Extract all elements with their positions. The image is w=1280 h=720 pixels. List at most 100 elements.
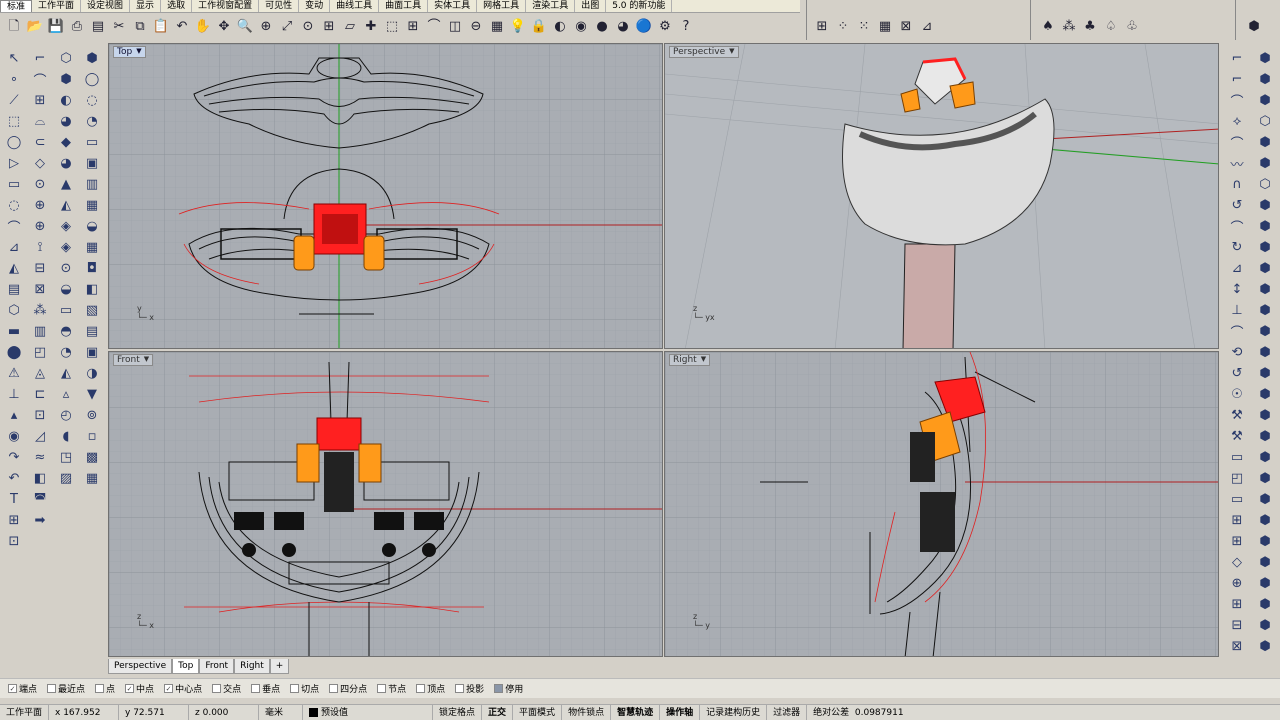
left-tool-icon[interactable]: ⟟	[28, 237, 52, 258]
status-osnap[interactable]: 物件锁点	[562, 704, 612, 720]
boolean-intersect-icon[interactable]: ♣	[1080, 16, 1100, 36]
right-tool-icon[interactable]: ⬢	[1253, 153, 1277, 174]
right-tool-icon[interactable]: ⊥	[1225, 300, 1249, 321]
osnap-option[interactable]: 四分点	[329, 682, 367, 695]
status-ortho[interactable]: 正交	[482, 704, 514, 720]
viewport-title-top[interactable]: Top ▼	[113, 46, 146, 58]
help-icon[interactable]: ?	[676, 16, 696, 36]
left-tool-icon[interactable]: ⬢	[54, 69, 78, 90]
viewport-title-right[interactable]: Right ▼	[669, 354, 711, 366]
viewport-title-front[interactable]: Front ▼	[113, 354, 154, 366]
toolbar-tab[interactable]: 变动	[299, 0, 331, 12]
left-tool-icon[interactable]: ◕	[54, 153, 78, 174]
left-tool-icon[interactable]: ◰	[28, 342, 52, 363]
left-tool-icon[interactable]: ◬	[28, 363, 52, 384]
right-tool-icon[interactable]: ↺	[1225, 195, 1249, 216]
open-file-icon[interactable]: 📂	[25, 16, 45, 36]
left-tool-icon[interactable]	[28, 531, 52, 552]
left-tool-icon[interactable]: ▣	[80, 342, 104, 363]
right-tool-icon[interactable]: ▭	[1225, 489, 1249, 510]
save-icon[interactable]: 💾	[46, 16, 66, 36]
right-tool-icon[interactable]: ⬢	[1253, 279, 1277, 300]
right-tool-icon[interactable]: ⬢	[1253, 69, 1277, 90]
render-sphere-icon[interactable]: ●	[592, 16, 612, 36]
right-tool-icon[interactable]: ↻	[1225, 237, 1249, 258]
viewport-right[interactable]: Right ▼ z └─ y	[664, 351, 1219, 657]
right-tool-icon[interactable]: ⌐	[1225, 69, 1249, 90]
osnap-option[interactable]: 切点	[290, 682, 319, 695]
right-tool-icon[interactable]: ⬡	[1253, 174, 1277, 195]
right-tool-icon[interactable]: ⬢	[1253, 258, 1277, 279]
viewport-tab[interactable]: Front	[199, 659, 235, 674]
toolbar-tab[interactable]: 工作视窗配置	[192, 0, 260, 12]
polar-array-icon[interactable]: ⁙	[854, 16, 874, 36]
viewport-tab[interactable]: Top	[172, 659, 200, 674]
left-tool-icon[interactable]: ▦	[80, 468, 104, 489]
right-tool-icon[interactable]: ⊕	[1225, 573, 1249, 594]
right-tool-icon[interactable]: ⚒	[1225, 405, 1249, 426]
right-tool-icon[interactable]: ⊠	[1225, 636, 1249, 657]
left-tool-icon[interactable]: ⌒	[28, 69, 52, 90]
right-tool-icon[interactable]: ⊿	[1225, 258, 1249, 279]
zoom-selected-icon[interactable]: ⊙	[298, 16, 318, 36]
right-tool-icon[interactable]: ⬢	[1253, 237, 1277, 258]
osnap-checkbox[interactable]	[251, 684, 261, 693]
point-grid-icon[interactable]: ⁘	[833, 16, 853, 36]
undo-icon[interactable]: ↶	[172, 16, 192, 36]
curve-icon[interactable]: ⌒	[424, 16, 444, 36]
cut-icon[interactable]: ✂	[109, 16, 129, 36]
boolean-split-icon[interactable]: ♤	[1101, 16, 1121, 36]
status-history[interactable]: 记录建构历史	[700, 704, 768, 720]
left-tool-icon[interactable]: ⚠	[2, 363, 26, 384]
left-tool-icon[interactable]: ▲	[54, 174, 78, 195]
right-tool-icon[interactable]: ⬢	[1253, 132, 1277, 153]
left-tool-icon[interactable]	[54, 489, 78, 510]
osnap-disable[interactable]: 停用	[494, 682, 523, 695]
right-tool-icon[interactable]: ⬢	[1253, 468, 1277, 489]
osnap-option[interactable]: 垂点	[251, 682, 280, 695]
shaded-sphere-icon[interactable]: ◕	[613, 16, 633, 36]
osnap-checkbox[interactable]	[212, 684, 222, 693]
left-tool-icon[interactable]: ⬡	[2, 300, 26, 321]
left-tool-icon[interactable]: ◳	[54, 447, 78, 468]
right-tool-icon[interactable]: ⬢	[1253, 594, 1277, 615]
right-tool-icon[interactable]: ⬢	[1253, 216, 1277, 237]
left-tool-icon[interactable]: ◭	[2, 258, 26, 279]
left-tool-icon[interactable]: ⊟	[28, 258, 52, 279]
right-tool-icon[interactable]: ⟲	[1225, 342, 1249, 363]
osnap-option[interactable]: 交点	[212, 682, 241, 695]
left-tool-icon[interactable]: ➡	[28, 510, 52, 531]
toolbar-tab[interactable]: 显示	[130, 0, 162, 12]
left-tool-icon[interactable]: ◴	[54, 405, 78, 426]
left-tool-icon[interactable]: ▥	[80, 174, 104, 195]
left-tool-icon[interactable]: ◔	[54, 342, 78, 363]
left-tool-icon[interactable]: ◌	[2, 195, 26, 216]
zoom-box-icon[interactable]: ⊠	[896, 16, 916, 36]
right-tool-icon[interactable]: ⬢	[1253, 405, 1277, 426]
right-tool-icon[interactable]: ⌒	[1225, 132, 1249, 153]
right-tool-icon[interactable]: ↺	[1225, 363, 1249, 384]
left-tool-icon[interactable]: ⊿	[2, 237, 26, 258]
left-tool-icon[interactable]: ⌓	[28, 111, 52, 132]
osnap-checkbox[interactable]	[455, 684, 465, 693]
left-tool-icon[interactable]: ⊂	[28, 132, 52, 153]
left-tool-icon[interactable]	[80, 510, 104, 531]
right-tool-icon[interactable]: ⌐	[1225, 48, 1249, 69]
left-tool-icon[interactable]: ◐	[54, 90, 78, 111]
osnap-option[interactable]: ✓ 中心点	[164, 682, 202, 695]
left-tool-icon[interactable]: ⊕	[28, 195, 52, 216]
status-planar[interactable]: 平面模式	[513, 704, 563, 720]
left-tool-icon[interactable]: ⊕	[28, 216, 52, 237]
right-tool-icon[interactable]: ∩	[1225, 174, 1249, 195]
left-tool-icon[interactable]: ↶	[2, 468, 26, 489]
left-tool-icon[interactable]: ◭	[54, 195, 78, 216]
box-icon[interactable]: ⬢	[1244, 16, 1264, 36]
right-tool-icon[interactable]: ◇	[1225, 552, 1249, 573]
toolbar-tab[interactable]: 工作平面	[32, 0, 82, 12]
status-plane[interactable]: 工作平面	[0, 704, 50, 720]
toolbar-tab[interactable]: 5.0 的新功能	[606, 0, 673, 12]
right-tool-icon[interactable]: ☉	[1225, 384, 1249, 405]
left-tool-icon[interactable]: ◈	[54, 237, 78, 258]
osnap-checkbox[interactable]	[290, 684, 300, 693]
left-tool-icon[interactable]: ▭	[54, 300, 78, 321]
